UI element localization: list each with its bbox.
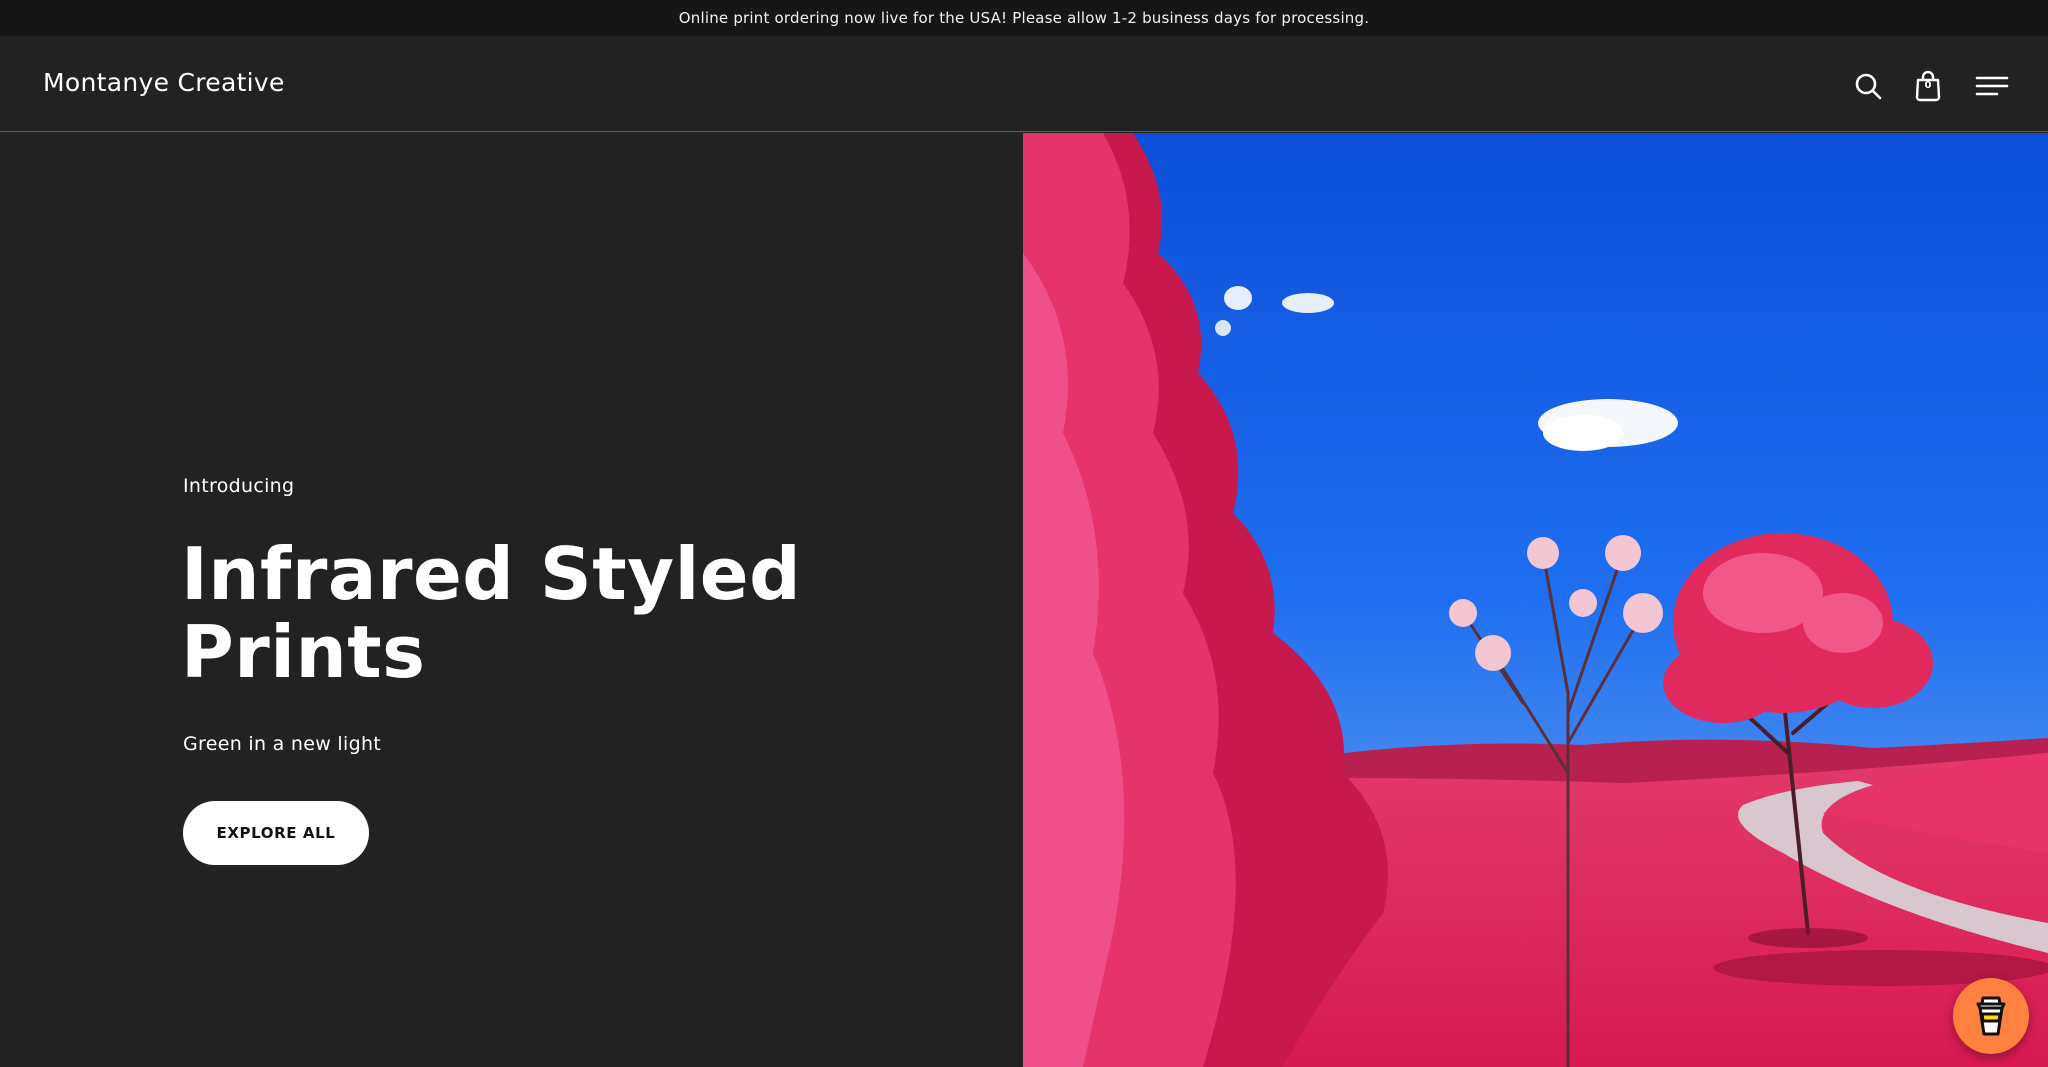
hero-title: Infrared Styled Prints bbox=[181, 532, 802, 694]
hero-text-panel: Introducing Infrared Styled Prints Green… bbox=[0, 133, 1023, 1067]
coffee-cup-icon bbox=[1976, 996, 2006, 1036]
site-header: Montanye Creative 0 bbox=[0, 36, 2048, 132]
site-logo[interactable]: Montanye Creative bbox=[43, 68, 285, 97]
menu-button[interactable] bbox=[1972, 66, 2012, 106]
infrared-landscape-photo bbox=[1023, 133, 2048, 1067]
buy-me-a-coffee-button[interactable] bbox=[1953, 978, 2029, 1054]
hero-image bbox=[1023, 133, 2048, 1067]
explore-all-button[interactable]: EXPLORE ALL bbox=[183, 801, 369, 865]
announcement-bar: Online print ordering now live for the U… bbox=[0, 0, 2048, 36]
search-icon bbox=[1855, 73, 1882, 100]
hamburger-menu-icon bbox=[1975, 76, 2009, 96]
cart-button[interactable]: 0 bbox=[1908, 66, 1948, 106]
hero-subtitle: Green in a new light bbox=[183, 733, 382, 755]
hero-eyebrow: Introducing bbox=[183, 475, 295, 497]
announcement-text: Online print ordering now live for the U… bbox=[678, 9, 1370, 27]
search-button[interactable] bbox=[1848, 66, 1888, 106]
header-actions: 0 bbox=[1848, 66, 2012, 106]
cart-count: 0 bbox=[1924, 80, 1932, 91]
